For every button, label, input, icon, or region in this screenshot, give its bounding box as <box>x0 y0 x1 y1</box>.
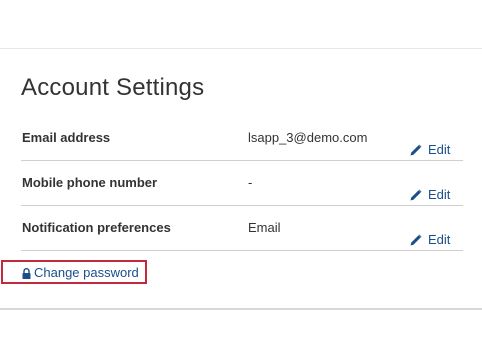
account-settings-page: Account Settings Email address lsapp_3@d… <box>0 0 482 360</box>
edit-email-label: Edit <box>428 142 451 157</box>
pencil-icon <box>410 144 422 156</box>
pencil-icon <box>410 234 422 246</box>
settings-row-notifications: Notification preferences Email Edit <box>21 206 463 251</box>
mobile-value: - <box>248 175 253 190</box>
mobile-label: Mobile phone number <box>22 175 158 190</box>
edit-notifications-label: Edit <box>428 232 451 247</box>
change-password-link[interactable]: Change password <box>1 260 147 284</box>
bottom-divider <box>0 308 482 310</box>
pencil-icon <box>410 189 422 201</box>
email-label: Email address <box>22 130 111 145</box>
edit-email-button[interactable]: Edit <box>410 142 450 157</box>
settings-list: Email address lsapp_3@demo.com Edit Mobi… <box>21 116 463 251</box>
settings-row-email: Email address lsapp_3@demo.com Edit <box>21 116 463 161</box>
page-title: Account Settings <box>21 74 205 101</box>
notifications-value: Email <box>248 220 281 235</box>
notifications-label: Notification preferences <box>22 220 171 235</box>
top-divider <box>0 48 482 49</box>
change-password-label: Change password <box>34 264 139 280</box>
edit-notifications-button[interactable]: Edit <box>410 232 450 247</box>
settings-row-mobile: Mobile phone number - Edit <box>21 161 463 206</box>
edit-mobile-button[interactable]: Edit <box>410 187 450 202</box>
lock-icon <box>22 267 31 279</box>
email-value: lsapp_3@demo.com <box>248 130 368 145</box>
edit-mobile-label: Edit <box>428 187 451 202</box>
